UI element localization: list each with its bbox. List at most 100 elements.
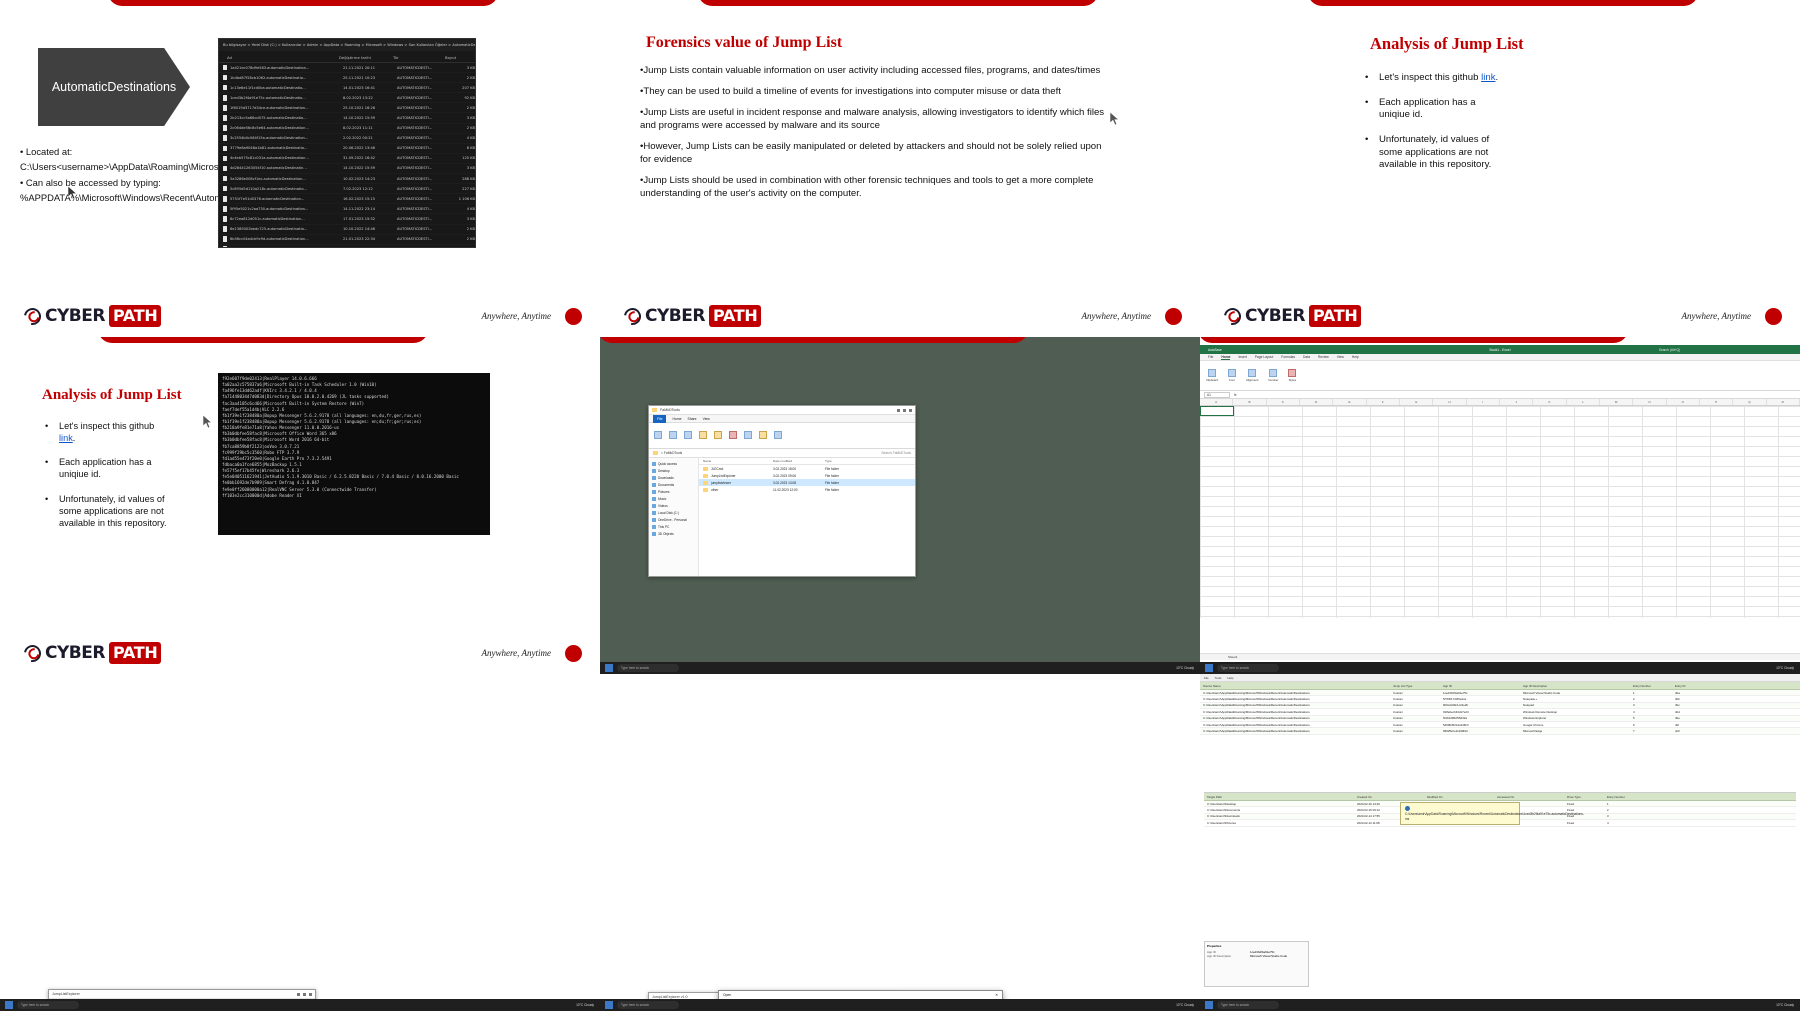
search-box[interactable]: Search FaMkDTools (881, 451, 911, 455)
col-type[interactable]: Tür (393, 55, 445, 62)
tab-help[interactable]: Help (1352, 355, 1359, 359)
column-header[interactable]: Q (1733, 399, 1767, 405)
file-list-pane[interactable]: Name Date modified Type JLECmd 3.02.2023 … (699, 458, 915, 576)
excel-ribbon[interactable]: Clipboard Font Alignment Number Styles (1200, 361, 1800, 391)
table-row[interactable]: 1b4bd87f28cb1062.automaticDestinatio... 2… (219, 73, 475, 84)
detail-column-headers[interactable]: Target Path Created On Modified On Accessed… (1204, 793, 1796, 801)
nav-item[interactable]: Downloads (649, 474, 698, 481)
taskbar[interactable]: Type here to search 10°C Cloudy (1200, 999, 1800, 1011)
table-row[interactable]: 6de34f5cc33281.automaticDestination...16… (219, 245, 475, 247)
selected-cell[interactable] (1200, 406, 1234, 416)
explorer-column-headers[interactable]: Ad Değiştirme tarihi Tür Boyut (219, 51, 475, 63)
ribbon-delete[interactable] (729, 431, 737, 440)
table-row[interactable]: 6c72ea812d051c.automaticDestination... 17… (219, 214, 475, 225)
jumplist-data-table-window[interactable]: File Tools Help Source Name Jump List Typ… (1200, 674, 1800, 1011)
col-name[interactable]: Name (699, 459, 769, 463)
slide-5[interactable]: FaMkDTools File Home Share View > FaMkDT… (600, 337, 1200, 674)
name-box[interactable]: A1 (1204, 391, 1230, 398)
table-row[interactable]: 6e1385002bedc725.automaticDestinatio... 1… (219, 225, 475, 235)
tab-home[interactable]: Home (672, 417, 681, 421)
start-button-icon[interactable] (605, 1001, 613, 1009)
slide-1[interactable]: AutomaticDestinations Located at: C:\Use… (0, 0, 600, 337)
table-rows[interactable]: C:\Users\amir\AppData\Roaming\Microsoft\… (1200, 690, 1800, 735)
nav-item[interactable]: Documents (649, 481, 698, 488)
start-button-icon[interactable] (1205, 664, 1213, 672)
list-item[interactable]: JumpListExplorer 3.02.2023 09:06 File fold… (699, 472, 915, 479)
taskbar[interactable]: Type here to search 10°C Cloudy (600, 662, 1200, 674)
sheet-tab-bar[interactable]: Sheet1 (1200, 653, 1800, 660)
tab-page layout[interactable]: Page Layout (1255, 355, 1274, 359)
table-row[interactable]: 3c2554b0c064f15a.automaticDestination...… (219, 134, 475, 144)
nav-item[interactable]: Quick access (649, 460, 698, 467)
table-row[interactable]: C:\Users\amir\AppData\Roaming\Microsoft\… (1200, 728, 1800, 735)
ribbon-new-folder[interactable] (759, 431, 767, 440)
col-size[interactable]: Boyut (445, 55, 473, 62)
column-header[interactable]: A (1200, 399, 1234, 405)
table-row[interactable]: 5f95e5021c2aa730.automaticDestination...… (219, 204, 475, 215)
start-button-icon[interactable] (1205, 1001, 1213, 1009)
window-controls[interactable] (897, 408, 915, 412)
list-item[interactable]: jumplistviewer 3.02.2023 13:08 File folder (699, 479, 915, 486)
table-row[interactable]: 1a421ec078d9e583.automaticDestination...… (219, 63, 475, 74)
col-date[interactable]: Değiştirme tarihi (339, 55, 393, 62)
app-toolbar[interactable]: File Tools Help (1200, 674, 1800, 682)
column-header[interactable]: Entry ID (1672, 684, 1712, 688)
table-row[interactable]: 4d28441263054f10.automaticDestinatin... 1… (219, 164, 475, 175)
address-bar[interactable]: > FaMkDTools Search FaMkDTools (649, 449, 915, 458)
tab-insert[interactable]: Insert (1238, 355, 1246, 359)
ribbon-copy-to[interactable] (714, 431, 722, 440)
paste-group[interactable]: Clipboard (1206, 369, 1218, 382)
column-header[interactable]: App ID Description (1520, 684, 1630, 688)
styles-group[interactable]: Styles (1288, 369, 1297, 382)
slide-3[interactable]: Analysis of Jump List Let's inspect this… (1200, 0, 1800, 337)
nav-item[interactable]: 3D Objects (649, 530, 698, 537)
taskbar-search-input[interactable]: Type here to search (1217, 1001, 1279, 1009)
ribbon-paste[interactable] (684, 431, 692, 440)
formula-bar[interactable]: A1 fx (1200, 391, 1800, 399)
tab-file[interactable]: File (653, 414, 667, 423)
column-header[interactable]: Entry Number (1604, 795, 1644, 799)
column-header[interactable]: Drive Type (1564, 795, 1604, 799)
start-button-icon[interactable] (605, 664, 613, 672)
column-header[interactable]: Jump List Type (1390, 684, 1440, 688)
taskbar-status[interactable]: 10°C Cloudy (1176, 666, 1194, 670)
tab-share[interactable]: Share (688, 417, 697, 421)
table-row[interactable]: 3779e8a9048a1b81.automaticDestinatio... 2… (219, 144, 475, 154)
taskbar-status[interactable]: 10°C Cloudy (1776, 1003, 1794, 1007)
column-header[interactable]: O (1667, 399, 1700, 405)
column-header[interactable]: D (1300, 399, 1334, 405)
col-name[interactable]: Ad (219, 55, 339, 62)
ribbon-rename[interactable] (744, 431, 752, 440)
col-date[interactable]: Date modified (769, 459, 821, 463)
alignment-group[interactable]: Alignment (1246, 369, 1258, 382)
table-row[interactable]: 1ced3b2f4a91e75c.automaticDestinatio... 8… (219, 93, 475, 104)
list-column-headers[interactable]: Name Date modified Type (699, 458, 915, 465)
table-row[interactable]: 5a3286e008cf1ec.automaticDestination... 1… (219, 174, 475, 185)
table-row[interactable]: 5751f7e51d0376.automaticDestination... 16… (219, 194, 475, 205)
taskbar-search-input[interactable]: Type here to search (17, 1001, 79, 1009)
column-header[interactable]: R (1767, 399, 1800, 405)
table-row[interactable]: 6b56cc04a4cb9c9d.automaticDestination...… (219, 235, 475, 245)
github-link[interactable]: link (1481, 72, 1495, 83)
column-header[interactable]: K (1533, 399, 1567, 405)
nav-item[interactable]: Pictures (649, 488, 698, 495)
column-header[interactable]: E (1333, 399, 1367, 405)
slide-8[interactable]: JumpListExplorer v1.0 FileToolsHelp Quic… (600, 674, 1200, 1011)
window-titlebar[interactable]: JumpListExplorer (49, 990, 315, 999)
taskbar[interactable]: Type here to search 10°C Cloudy (1200, 662, 1800, 674)
column-header[interactable]: P (1700, 399, 1734, 405)
table-row[interactable]: 1c13e6e11f1cd0ba.automaticDestinatio... 1… (219, 83, 475, 94)
menu-help[interactable]: Help (1227, 676, 1233, 680)
column-header[interactable]: N (1633, 399, 1667, 405)
close-icon[interactable]: ✕ (995, 993, 998, 997)
explorer-breadcrumb[interactable]: Bu bilgisayar > Yerel Disk (C:) > Kullan… (219, 39, 475, 51)
table-row[interactable]: 2b213cc5a66cd075.automaticDestinatio... 1… (219, 113, 475, 124)
table-row[interactable]: 5c895d5d110a218c.automaticDestinatio... 7… (219, 184, 475, 195)
taskbar-search-input[interactable]: Type here to search (617, 1001, 679, 1009)
slide-7[interactable]: JumpListExplorer File Tools Help Quick a… (0, 674, 600, 1011)
column-header[interactable]: M (1600, 399, 1634, 405)
sheet-tab[interactable]: Sheet1 (1228, 655, 1238, 659)
tab-formulas[interactable]: Formulas (1281, 355, 1295, 359)
taskbar-search-input[interactable]: Type here to search (1217, 664, 1279, 672)
column-header[interactable]: H (1433, 399, 1467, 405)
